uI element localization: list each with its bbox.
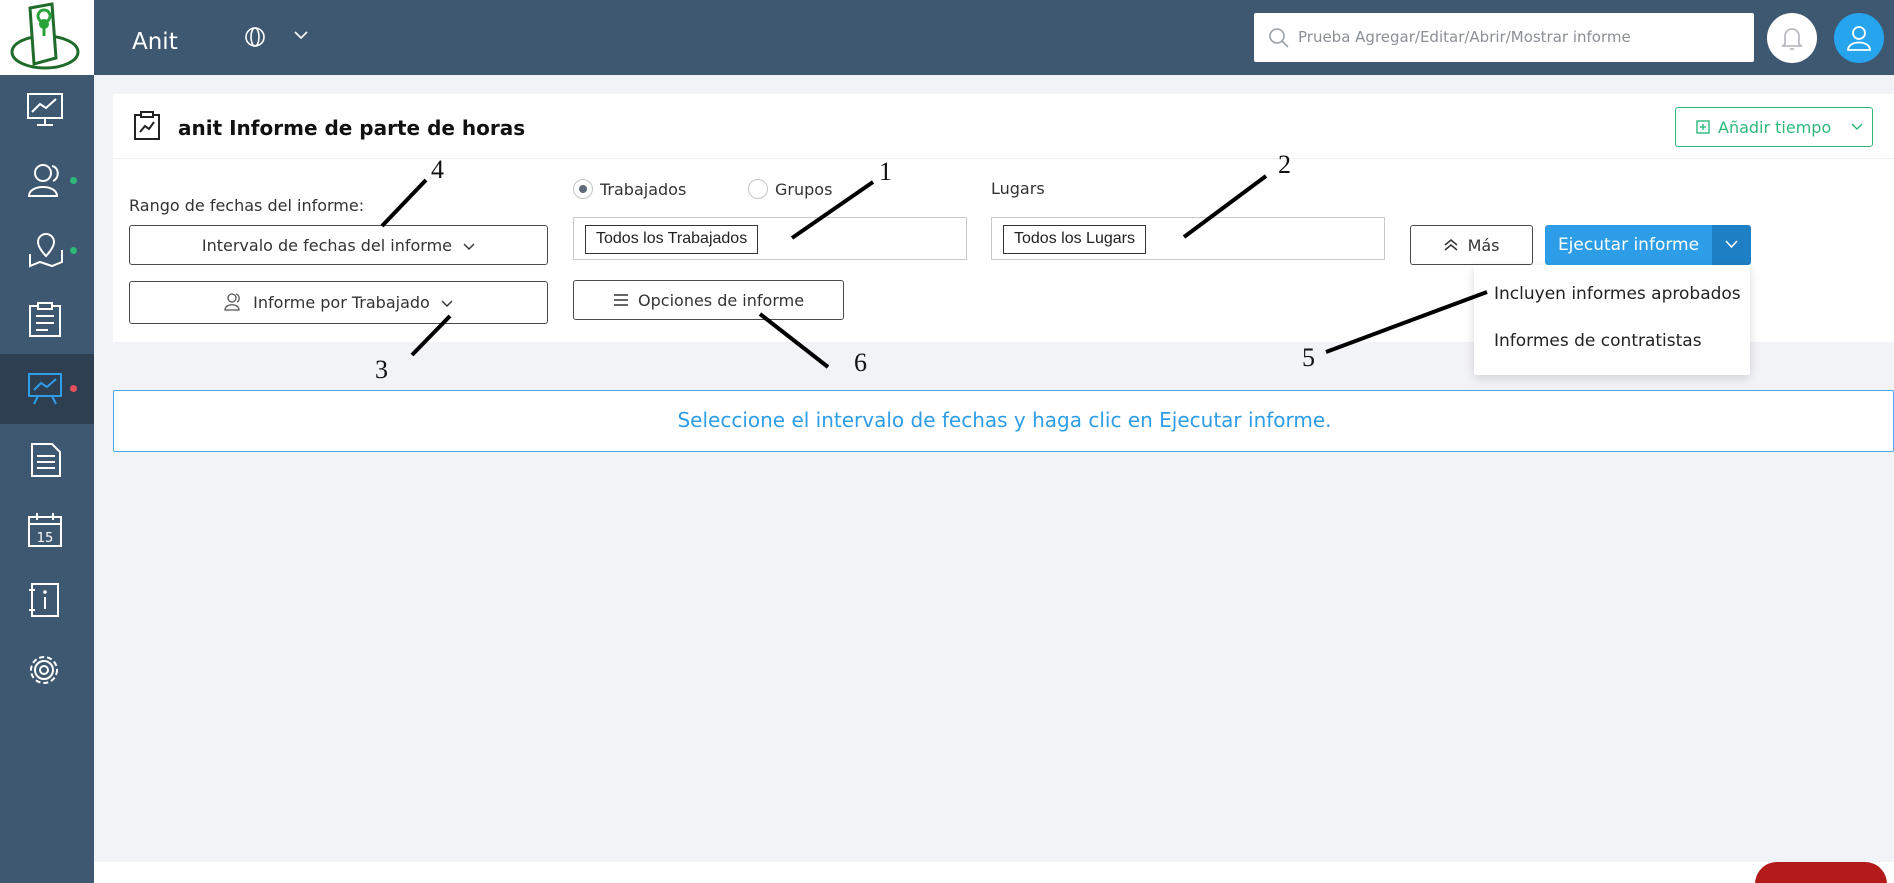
- date-range-button[interactable]: Intervalo de fechas del informe: [129, 225, 548, 265]
- radio-workers-label: Trabajados: [600, 180, 687, 199]
- top-bar: Anit: [94, 0, 1894, 75]
- search-box[interactable]: [1254, 13, 1754, 62]
- menu-item-contractors[interactable]: Informes de contratistas: [1494, 331, 1702, 351]
- status-dot: [70, 247, 77, 254]
- annotation-4: 4: [431, 155, 444, 184]
- footer-strip: [94, 862, 1894, 883]
- group-by-label: Informe por Trabajado: [253, 293, 430, 312]
- clipboard-icon: [29, 302, 61, 337]
- workers-tag[interactable]: Todos los Trabajados: [585, 225, 759, 254]
- places-label: Lugars: [991, 179, 1045, 198]
- annotation-1: 1: [879, 157, 892, 186]
- presentation-chart-icon: [28, 373, 62, 405]
- workers-field[interactable]: Todos los Trabajados: [573, 217, 967, 260]
- map-pin-icon: [29, 232, 63, 268]
- info-book-icon: [29, 583, 59, 617]
- run-report-dropdown-toggle[interactable]: [1712, 225, 1751, 265]
- svg-text:15: 15: [37, 531, 54, 546]
- radio-groups-label: Grupos: [775, 180, 833, 199]
- run-report-button[interactable]: Ejecutar informe: [1545, 225, 1712, 265]
- gear-icon: [30, 656, 58, 684]
- menu-item-approved[interactable]: Incluyen informes aprobados: [1494, 284, 1741, 304]
- sidebar: 15: [0, 0, 94, 883]
- clipboard-chart-icon: [134, 111, 160, 140]
- more-button-label: Más: [1467, 235, 1500, 255]
- bell-icon: [1781, 28, 1803, 50]
- double-chevron-up-icon: [1444, 238, 1458, 251]
- sidebar-item-reports[interactable]: [0, 354, 94, 424]
- status-dot: [70, 177, 77, 184]
- sidebar-item-calendar[interactable]: 15: [0, 496, 94, 564]
- annotation-2: 2: [1278, 150, 1291, 179]
- places-tag[interactable]: Todos los Lugars: [1003, 225, 1146, 254]
- status-dot: [70, 385, 77, 392]
- run-report-menu: Incluyen informes aprobados Informes de …: [1474, 265, 1750, 375]
- add-time-button[interactable]: Añadir tiempo: [1675, 107, 1873, 147]
- user-menu-button[interactable]: [1834, 13, 1884, 63]
- info-message-box: Seleccione el intervalo de fechas y haga…: [113, 390, 1894, 452]
- user-icon: [1847, 26, 1871, 51]
- radio-groups[interactable]: [748, 179, 768, 199]
- report-options-label: Opciones de informe: [638, 290, 805, 310]
- date-range-button-label: Intervalo de fechas del informe: [201, 235, 453, 255]
- places-field[interactable]: Todos los Lugars: [991, 217, 1385, 260]
- document-icon: [31, 443, 61, 477]
- chevron-down-icon: [441, 300, 453, 307]
- report-options-button[interactable]: Opciones de informe: [573, 280, 844, 320]
- monitor-chart-icon: [27, 93, 63, 126]
- annotation-5: 5: [1302, 343, 1315, 372]
- group-by-button[interactable]: Informe por Trabajado: [129, 281, 548, 324]
- sidebar-item-timesheets[interactable]: [0, 286, 94, 354]
- date-range-label: Rango de fechas del informe:: [129, 196, 365, 215]
- users-icon: [27, 164, 59, 197]
- plus-square-icon: [1696, 120, 1710, 134]
- chevron-down-icon: [463, 243, 475, 250]
- sidebar-item-info[interactable]: [0, 566, 94, 634]
- sidebar-item-dashboard[interactable]: [0, 76, 94, 144]
- notifications-button[interactable]: [1767, 13, 1817, 63]
- app-title: Anit: [132, 29, 178, 55]
- sidebar-item-workers[interactable]: [0, 146, 94, 214]
- calendar-icon: 15: [28, 513, 62, 547]
- menu-icon: [613, 293, 628, 306]
- card-header: anit Informe de parte de horas Añadir ti…: [113, 94, 1894, 159]
- globe-icon[interactable]: [244, 26, 266, 48]
- sidebar-item-documents[interactable]: [0, 426, 94, 494]
- users-icon: [224, 293, 240, 311]
- info-message: Seleccione el intervalo de fechas y haga…: [677, 408, 1332, 432]
- search-icon: [1269, 28, 1289, 48]
- search-input[interactable]: [1298, 22, 1738, 52]
- chat-widget-button[interactable]: [1755, 862, 1887, 883]
- app-logo[interactable]: [0, 0, 94, 75]
- annotation-6: 6: [854, 348, 867, 377]
- page-title: anit Informe de parte de horas: [178, 116, 526, 140]
- annotation-3: 3: [375, 355, 388, 384]
- radio-workers[interactable]: [573, 179, 593, 199]
- add-time-label: Añadir tiempo: [1718, 118, 1832, 137]
- more-button[interactable]: Más: [1410, 225, 1533, 265]
- sidebar-item-settings[interactable]: [0, 636, 94, 704]
- chevron-down-icon: [1725, 240, 1738, 249]
- chevron-down-icon: [1851, 123, 1863, 130]
- chevron-down-icon[interactable]: [294, 30, 308, 40]
- sidebar-item-locations[interactable]: [0, 216, 94, 284]
